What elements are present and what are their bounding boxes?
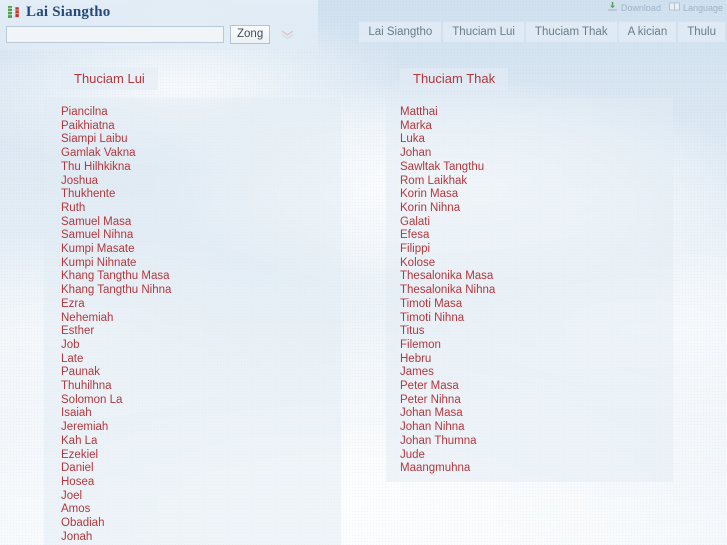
book-list-item[interactable]: Korin Nihna bbox=[386, 202, 673, 216]
tab-thulu[interactable]: Thulu bbox=[678, 22, 725, 42]
old-testament-book-list: Piancilna Paikhiatna Siampi Laibu Gamlak Va… bbox=[44, 98, 341, 545]
search-button[interactable]: Zong bbox=[230, 25, 271, 44]
double-chevron-down-icon[interactable] bbox=[276, 25, 298, 44]
book-list-item[interactable]: Thukhente bbox=[44, 188, 341, 202]
book-list-item[interactable]: Maangmuhna bbox=[386, 462, 673, 476]
language-link[interactable]: Language bbox=[669, 1, 723, 14]
book-list-item[interactable]: Ezra bbox=[44, 298, 341, 312]
new-testament-book-list: Matthai Marka Luka Johan Sawltak Tangthu Rom … bbox=[386, 98, 673, 482]
book-list-item[interactable]: Efesa bbox=[386, 229, 673, 243]
book-list-item[interactable]: Sawltak Tangthu bbox=[386, 161, 673, 175]
book-list-item[interactable]: Thu Hilhkikna bbox=[44, 161, 341, 175]
book-list-item[interactable]: Piancilna bbox=[44, 106, 341, 120]
book-list-item[interactable]: Late bbox=[44, 353, 341, 367]
book-list-item[interactable]: Hebru bbox=[386, 353, 673, 367]
book-list-item[interactable]: Rom Laikhak bbox=[386, 175, 673, 189]
download-link-label: Download bbox=[620, 2, 661, 13]
book-list-item[interactable]: Johan Masa bbox=[386, 407, 673, 421]
book-list-item[interactable]: Nehemiah bbox=[44, 312, 341, 326]
old-testament-heading: Thuciam Lui bbox=[61, 68, 158, 90]
book-list-item[interactable]: Peter Masa bbox=[386, 380, 673, 394]
tab-a-kician[interactable]: A kician bbox=[618, 22, 677, 42]
book-list-item[interactable]: Jude bbox=[386, 449, 673, 463]
book-list-item[interactable]: Siampi Laibu bbox=[44, 133, 341, 147]
new-testament-heading: Thuciam Thak bbox=[400, 68, 509, 90]
download-icon bbox=[607, 1, 618, 14]
book-list-item[interactable]: Paikhiatna bbox=[44, 120, 341, 134]
book-list-item[interactable]: Titus bbox=[386, 325, 673, 339]
book-list-item[interactable]: Kah La bbox=[44, 435, 341, 449]
book-list-item[interactable]: Gamlak Vakna bbox=[44, 147, 341, 161]
book-list-item[interactable]: Timoti Nihna bbox=[386, 312, 673, 326]
book-list-item[interactable]: Ruth bbox=[44, 202, 341, 216]
book-list-item[interactable]: Filippi bbox=[386, 243, 673, 257]
book-list-item[interactable]: Thuhilhna bbox=[44, 380, 341, 394]
download-link[interactable]: Download bbox=[607, 1, 661, 14]
book-list-item[interactable]: Galati bbox=[386, 216, 673, 230]
book-list-item[interactable]: Kumpi Masate bbox=[44, 243, 341, 257]
book-list-item[interactable]: Khang Tangthu Nihna bbox=[44, 284, 341, 298]
new-testament-column: Thuciam Thak Matthai Marka Luka Johan Sawlta… bbox=[386, 68, 673, 482]
book-list-item[interactable]: Samuel Nihna bbox=[44, 229, 341, 243]
book-list-item[interactable]: Johan bbox=[386, 147, 673, 161]
book-list-item[interactable]: Thesalonika Nihna bbox=[386, 284, 673, 298]
old-testament-column: Thuciam Lui Piancilna Paikhiatna Siampi La… bbox=[44, 68, 341, 545]
book-stack-icon bbox=[7, 5, 20, 19]
language-book-icon bbox=[669, 1, 680, 14]
book-list-item[interactable]: Kumpi Nihnate bbox=[44, 257, 341, 271]
utility-links: Download Language bbox=[607, 1, 723, 14]
book-list-item[interactable]: Amos bbox=[44, 503, 341, 517]
book-list-item[interactable]: Kolose bbox=[386, 257, 673, 271]
tab-lai-siangtho[interactable]: Lai Siangtho bbox=[359, 22, 442, 42]
book-list-item[interactable]: Daniel bbox=[44, 462, 341, 476]
book-list-item[interactable]: Filemon bbox=[386, 339, 673, 353]
book-list-item[interactable]: Matthai bbox=[386, 106, 673, 120]
book-list-item[interactable]: Jeremiah bbox=[44, 421, 341, 435]
book-list-item[interactable]: Johan Thumna bbox=[386, 435, 673, 449]
main-navigation: Lai Siangtho Thuciam Lui Thuciam Thak A … bbox=[359, 22, 727, 42]
book-list-item[interactable]: Hosea bbox=[44, 476, 341, 490]
search-bar: Zong bbox=[0, 21, 318, 44]
page-title: Lai Siangtho bbox=[26, 3, 111, 20]
book-list-item[interactable]: Esther bbox=[44, 325, 341, 339]
book-list-item[interactable]: Job bbox=[44, 339, 341, 353]
book-list-item[interactable]: Obadiah bbox=[44, 517, 341, 531]
book-list-item[interactable]: Solomon La bbox=[44, 394, 341, 408]
language-link-label: Language bbox=[682, 2, 723, 13]
brand[interactable]: Lai Siangtho bbox=[0, 0, 318, 21]
book-list-item[interactable]: James bbox=[386, 366, 673, 380]
book-list-item[interactable]: Isaiah bbox=[44, 407, 341, 421]
tab-thuciam-lui[interactable]: Thuciam Lui bbox=[443, 22, 524, 42]
book-list-item[interactable]: Timoti Masa bbox=[386, 298, 673, 312]
book-list-item[interactable]: Jonah bbox=[44, 531, 341, 545]
book-list-item[interactable]: Joshua bbox=[44, 175, 341, 189]
book-list-item[interactable]: Korin Masa bbox=[386, 188, 673, 202]
book-list-item[interactable]: Luka bbox=[386, 133, 673, 147]
book-list-item[interactable]: Joel bbox=[44, 490, 341, 504]
book-list-item[interactable]: Samuel Masa bbox=[44, 216, 341, 230]
book-list-item[interactable]: Paunak bbox=[44, 366, 341, 380]
tab-thuciam-thak[interactable]: Thuciam Thak bbox=[525, 22, 617, 42]
book-list-item[interactable]: Johan Nihna bbox=[386, 421, 673, 435]
book-list-item[interactable]: Marka bbox=[386, 120, 673, 134]
page-header: Lai Siangtho Zong bbox=[0, 0, 318, 50]
book-list-item[interactable]: Peter Nihna bbox=[386, 394, 673, 408]
book-list-item[interactable]: Ezekiel bbox=[44, 449, 341, 463]
search-input[interactable] bbox=[6, 26, 224, 43]
book-list-item[interactable]: Khang Tangthu Masa bbox=[44, 270, 341, 284]
book-list-item[interactable]: Thesalonika Masa bbox=[386, 270, 673, 284]
